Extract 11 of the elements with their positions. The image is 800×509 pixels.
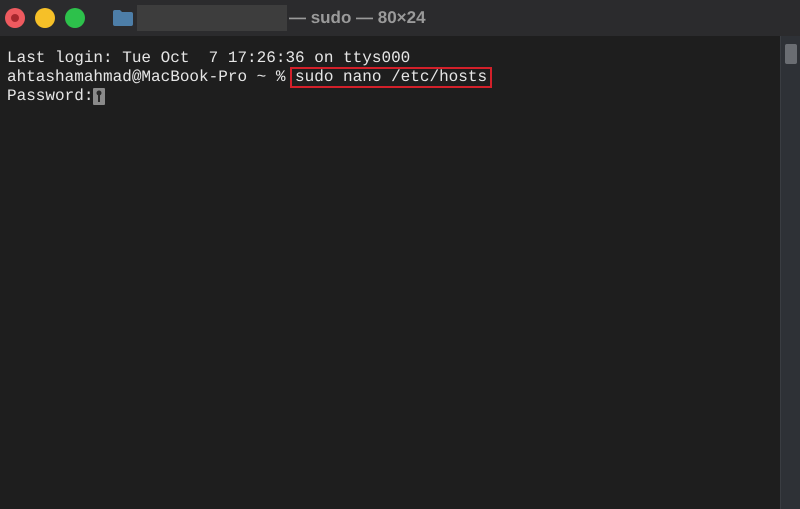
password-prompt: Password: xyxy=(7,87,94,106)
folder-icon xyxy=(113,10,133,26)
minimize-button[interactable] xyxy=(35,8,55,28)
typed-command: sudo nano /etc/hosts xyxy=(290,67,492,88)
terminal-line: Last login: Tue Oct 7 17:26:36 on ttys000 xyxy=(7,49,412,68)
shell-prompt: ahtashamahmad@MacBook-Pro ~ % xyxy=(7,68,286,87)
key-cursor-icon xyxy=(93,88,106,105)
scroll-thumb[interactable] xyxy=(784,44,796,64)
close-button[interactable] xyxy=(5,8,25,28)
window-title: — sudo — 80×24 xyxy=(289,7,426,30)
zoom-button[interactable] xyxy=(65,8,85,28)
